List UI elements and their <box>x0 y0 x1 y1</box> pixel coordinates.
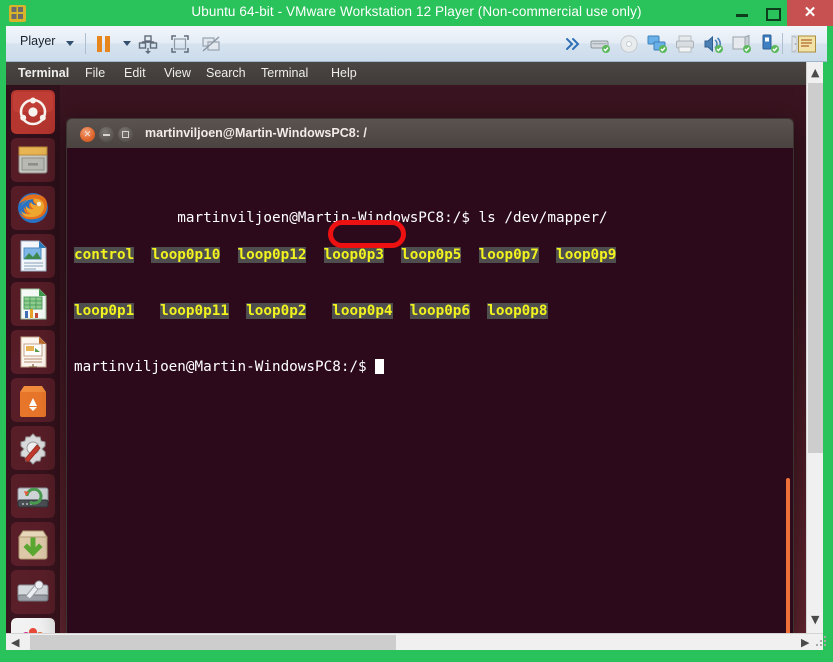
launcher-item-disks-utility[interactable] <box>11 570 55 614</box>
vmware-player-window: Ubuntu 64-bit - VMware Workstation 12 Pl… <box>0 0 833 662</box>
scroll-up-arrow[interactable]: ▲ <box>811 67 819 78</box>
scroll-left-arrow[interactable]: ◀ <box>11 637 19 648</box>
launcher-item-libreoffice-impress[interactable] <box>11 330 55 374</box>
menu-terminal[interactable]: Terminal <box>261 66 308 80</box>
launcher-item-ubuntu-software[interactable] <box>11 378 55 422</box>
terminal-maximize-button[interactable] <box>118 127 133 142</box>
vmware-title-bar: Ubuntu 64-bit - VMware Workstation 12 Pl… <box>0 0 833 26</box>
scroll-right-arrow[interactable]: ▶ <box>801 637 809 648</box>
device-loop0p2: loop0p2 <box>246 302 307 319</box>
minimize-button[interactable] <box>727 0 757 26</box>
launcher-item-firefox[interactable] <box>11 186 55 230</box>
terminal-window[interactable]: ✕ martinviljoen@Martin-WindowsPC8: / mar… <box>66 118 794 633</box>
device-loop0p11: loop0p11 <box>160 302 229 319</box>
menu-help[interactable]: Help <box>331 66 357 80</box>
menu-search[interactable]: Search <box>206 66 246 80</box>
vmware-toolbar: Player <box>6 26 827 62</box>
maximize-button[interactable] <box>757 0 787 26</box>
toolbar-separator <box>85 33 86 54</box>
chevron-down-icon[interactable] <box>66 41 74 46</box>
enter-fullscreen-icon[interactable] <box>169 33 191 55</box>
device-loop0p12: loop0p12 <box>237 246 307 263</box>
hard-disk-icon[interactable] <box>589 33 611 55</box>
minimize-icon <box>736 14 748 17</box>
terminal-minimize-button[interactable] <box>99 127 114 142</box>
device-loop0p4: loop0p4 <box>332 302 393 319</box>
close-icon: ✕ <box>83 129 92 139</box>
player-menu-button[interactable]: Player <box>20 34 55 48</box>
device-loop0p6: loop0p6 <box>409 302 471 319</box>
expand-toolbar-chevron-icon[interactable] <box>562 33 584 55</box>
launcher-item-files[interactable] <box>11 138 55 182</box>
unity-top-panel: Terminal File Edit View Search Terminal … <box>6 62 816 85</box>
toolbar-separator-2 <box>782 33 783 54</box>
device-loop0p7: loop0p7 <box>478 246 539 263</box>
device-loop0p10: loop0p10 <box>151 246 221 263</box>
menu-file[interactable]: File <box>85 66 105 80</box>
terminal-output: martinviljoen@Martin-WindowsPC8:/$ ls /d… <box>74 153 617 413</box>
horizontal-scrollbar[interactable]: ◀ ▶ <box>6 633 823 650</box>
command-line-text: martinviljoen@Martin-WindowsPC8:/$ ls /d… <box>177 209 608 226</box>
ubuntu-guest-screen[interactable]: Terminal File Edit View Search Terminal … <box>6 62 816 633</box>
horizontal-scrollbar-thumb[interactable] <box>30 635 396 650</box>
terminal-output-row-2: loop0p1...loop0p11..loop0p2...loop0p4..l… <box>74 302 616 321</box>
terminal-prompt-line: martinviljoen@Martin-WindowsPC8:/$ <box>74 358 616 377</box>
terminal-close-button[interactable]: ✕ <box>80 127 95 142</box>
vertical-scrollbar[interactable]: ▲ ▼ <box>806 62 823 633</box>
panel-app-name[interactable]: Terminal <box>18 66 69 80</box>
launcher-item-software-updater[interactable] <box>11 522 55 566</box>
device-loop0p5: loop0p5 <box>401 246 462 263</box>
printer-icon[interactable] <box>674 33 696 55</box>
display-icon[interactable] <box>730 33 752 55</box>
network-adapter-icon[interactable] <box>646 33 668 55</box>
terminal-cursor <box>375 358 384 374</box>
device-loop0p1: loop0p1 <box>74 302 135 319</box>
maximize-icon <box>118 127 133 142</box>
terminal-output-row-1: control..loop0p10..loop0p12..loop0p3..lo… <box>74 246 617 265</box>
launcher-item-backups[interactable] <box>11 474 55 518</box>
maximize-icon <box>766 8 781 21</box>
device-loop0p9: loop0p9 <box>556 246 617 263</box>
menu-edit[interactable]: Edit <box>124 66 146 80</box>
resize-grip[interactable] <box>816 634 830 648</box>
close-icon: ✕ <box>803 4 817 21</box>
vertical-scrollbar-thumb[interactable] <box>808 83 823 453</box>
terminal-overlay-scrollbar[interactable] <box>786 478 790 633</box>
menu-view[interactable]: View <box>164 66 191 80</box>
terminal-command-line: martinviljoen@Martin-WindowsPC8:/$ ls /d… <box>74 190 616 226</box>
scroll-down-arrow[interactable]: ▼ <box>811 614 819 625</box>
unity-launcher: >_ <box>6 85 60 633</box>
window-title: Ubuntu 64-bit - VMware Workstation 12 Pl… <box>191 4 642 19</box>
usb-controller-icon[interactable] <box>758 33 780 55</box>
prompt-text: martinviljoen@Martin-WindowsPC8:/$ <box>74 358 376 375</box>
pause-chevron-down-icon[interactable] <box>123 41 131 46</box>
send-ctrl-alt-del-icon[interactable] <box>137 33 159 55</box>
launcher-item-system-settings[interactable] <box>11 426 55 470</box>
pause-vm-button[interactable] <box>96 36 112 52</box>
terminal-body[interactable]: martinviljoen@Martin-WindowsPC8:/$ ls /d… <box>66 148 794 633</box>
device-control: control <box>74 246 135 263</box>
minimize-icon <box>99 127 114 142</box>
virtual-machine-notes-icon[interactable] <box>796 33 818 55</box>
sound-card-icon[interactable] <box>702 33 724 55</box>
terminal-title-bar: ✕ martinviljoen@Martin-WindowsPC8: / <box>66 118 794 148</box>
launcher-item-libreoffice-calc[interactable] <box>11 282 55 326</box>
terminal-title: martinviljoen@Martin-WindowsPC8: / <box>145 126 367 140</box>
launcher-item-dash-home[interactable] <box>11 90 55 134</box>
unity-mode-icon[interactable] <box>200 33 222 55</box>
cd-dvd-icon[interactable] <box>618 33 640 55</box>
close-button[interactable]: ✕ <box>787 0 833 26</box>
device-loop0p3: loop0p3 <box>323 246 384 263</box>
launcher-item-libreoffice-writer[interactable] <box>11 234 55 278</box>
launcher-item-photo-app[interactable] <box>11 618 55 633</box>
device-loop0p8: loop0p8 <box>487 302 548 319</box>
